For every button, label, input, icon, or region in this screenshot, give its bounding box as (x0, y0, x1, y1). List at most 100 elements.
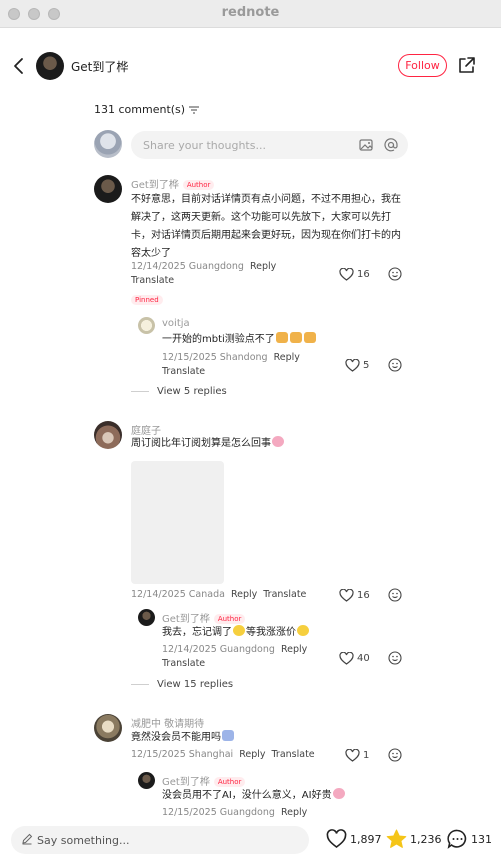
note-comment-count: 131 (471, 832, 492, 846)
translate-button[interactable]: Translate (162, 366, 205, 377)
sort-icon (189, 106, 200, 113)
comment-text: 不好意思，目前对话详情页有点小问题，不过不用担心，我在解决了，这两天更新。这个功… (131, 194, 401, 259)
cat-emoji (275, 332, 288, 343)
author-name[interactable]: Get到了桦 (71, 58, 128, 75)
face-icon[interactable] (388, 588, 402, 602)
reply-date-location: 12/15/2025 Guangdong (162, 807, 275, 818)
reply-button[interactable]: Reply (231, 589, 257, 600)
current-user-avatar (94, 130, 122, 158)
comment-image[interactable] (131, 461, 224, 584)
comment-meta: 12/14/2025 Guangdong Reply (131, 261, 276, 272)
comment-text: 竟然没会员不能用吗 (131, 729, 235, 747)
comments-count-label: 131 comment(s) (94, 103, 186, 116)
emoji (272, 436, 284, 447)
reply-avatar[interactable] (138, 772, 155, 789)
like-button[interactable]: 40 (339, 652, 370, 665)
comment-text: 周订阅比年订阅划算是怎么回事 (131, 435, 285, 453)
comment-meta: 12/15/2025 Shanghai Reply Translate (131, 749, 315, 760)
reply-text-content: 等我涨涨价 (246, 627, 296, 638)
reply-button[interactable]: Reply (239, 749, 265, 760)
translate-button[interactable]: Translate (131, 275, 174, 286)
like-count: 5 (363, 360, 370, 371)
like-button[interactable]: 1 (345, 749, 369, 762)
emoji (332, 788, 345, 799)
reply-text: 一开始的mbti测验点不了 (162, 331, 317, 349)
heart-icon (339, 268, 354, 281)
reply-date-location: 12/14/2025 Guangdong (162, 644, 275, 655)
reply-username[interactable]: Get到了桦 Author (162, 773, 246, 788)
comments-count[interactable]: 131 comment(s) (94, 103, 200, 116)
window-titlebar: rednote (0, 0, 501, 28)
comment-text-content: 竟然没会员不能用吗 (131, 732, 221, 743)
face-icon[interactable] (388, 358, 402, 372)
heart-icon (339, 652, 354, 665)
note-header: Get到了桦 Follow (0, 44, 501, 88)
like-count: 1 (363, 750, 370, 761)
say-something-input[interactable] (11, 826, 309, 854)
face-icon[interactable] (388, 267, 402, 281)
view-replies-label: View 5 replies (157, 386, 227, 397)
translate-button[interactable]: Translate (272, 749, 315, 760)
star-icon (386, 829, 407, 848)
comment-avatar[interactable] (94, 714, 122, 742)
reply-username[interactable]: Get到了桦 Author (162, 610, 246, 625)
reply-meta: 12/14/2025 Guangdong Reply (162, 644, 307, 655)
face-icon[interactable] (388, 651, 402, 665)
reply-text: 我去，忘记调了 等我涨涨价 (162, 624, 310, 642)
like-button[interactable]: 5 (345, 359, 369, 372)
emoji (222, 730, 234, 741)
author-badge: Author (213, 614, 246, 624)
reply-button[interactable]: Reply (274, 352, 300, 363)
follow-button[interactable]: Follow (398, 54, 447, 77)
comment-username[interactable]: 减肥中 敬请期待 (131, 715, 204, 730)
reply-date-location: 12/15/2025 Shandong (162, 352, 268, 363)
heart-icon (345, 749, 360, 762)
note-like-count: 1,897 (350, 832, 382, 846)
reply-meta: 12/15/2025 Shandong Reply (162, 352, 300, 363)
reply-button[interactable]: Reply (281, 644, 307, 655)
comment-text-content: 周订阅比年订阅划算是怎么回事 (131, 438, 271, 449)
comment-avatar[interactable] (94, 421, 122, 449)
share-icon[interactable] (457, 56, 476, 75)
image-icon[interactable] (359, 138, 373, 152)
comment-note-button[interactable]: 131 (447, 829, 492, 849)
comment-avatar[interactable] (94, 175, 122, 203)
like-button[interactable]: 16 (339, 589, 370, 602)
comment-date-location: 12/15/2025 Shanghai (131, 749, 234, 760)
at-icon[interactable] (384, 138, 398, 152)
back-icon[interactable] (10, 56, 28, 76)
emoji (233, 625, 245, 636)
like-count: 16 (357, 590, 370, 601)
reply-avatar[interactable] (138, 609, 155, 626)
bottom-action-bar: 1,897 1,236 131 (0, 819, 501, 859)
reply-button[interactable]: Reply (281, 807, 307, 818)
translate-button[interactable]: Translate (263, 589, 306, 600)
translate-button[interactable]: Translate (162, 658, 205, 669)
view-replies-button[interactable]: View 5 replies (131, 386, 227, 397)
comment-username[interactable]: Get到了桦 Author (131, 176, 215, 191)
view-replies-button[interactable]: View 15 replies (131, 679, 233, 690)
author-avatar[interactable] (36, 52, 64, 80)
collect-note-button[interactable]: 1,236 (386, 829, 442, 849)
face-icon[interactable] (388, 748, 402, 762)
author-badge: Author (182, 180, 215, 190)
pinned-badge: Pinned (131, 295, 163, 305)
cat-emoji (303, 332, 316, 343)
emoji (297, 625, 309, 636)
heart-icon (339, 589, 354, 602)
comment-date-location: 12/14/2025 Guangdong (131, 261, 244, 272)
note-star-count: 1,236 (410, 832, 442, 846)
view-replies-label: View 15 replies (157, 679, 234, 690)
heart-icon (345, 359, 360, 372)
comment-meta: 12/14/2025 Canada Reply Translate (131, 589, 306, 600)
comment-icon (447, 829, 467, 849)
reply-button[interactable]: Reply (250, 261, 276, 272)
reply-avatar[interactable] (138, 317, 155, 334)
reply-text-content: 我去，忘记调了 (162, 627, 232, 638)
like-button[interactable]: 16 (339, 268, 370, 281)
like-note-button[interactable]: 1,897 (326, 829, 382, 849)
reply-meta: 12/15/2025 Guangdong Reply (162, 807, 307, 818)
pencil-icon (22, 833, 33, 845)
reply-username[interactable]: voitja (162, 318, 190, 329)
like-count: 16 (357, 269, 370, 280)
